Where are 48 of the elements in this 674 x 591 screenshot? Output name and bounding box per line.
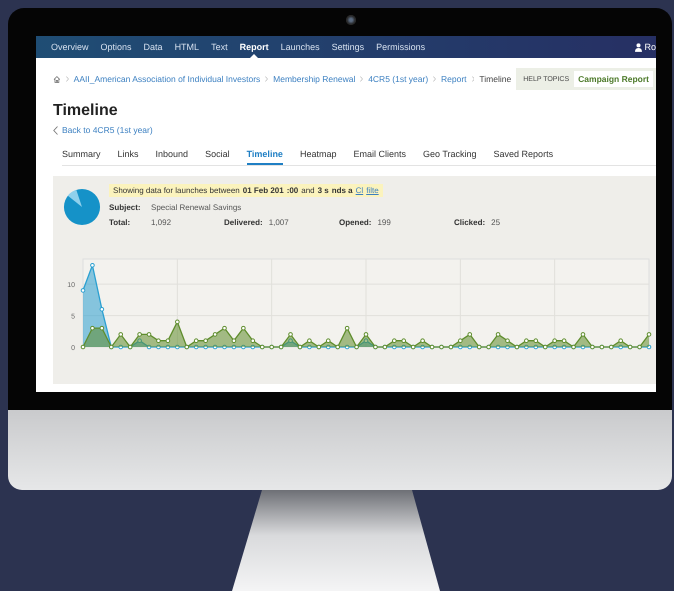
chevron-icon	[360, 75, 364, 83]
campaign-report-button[interactable]: Campaign Report	[574, 71, 653, 87]
nav-item[interactable]: Overview	[51, 36, 89, 58]
report-tab[interactable]: Heatmap	[300, 149, 336, 165]
stat-label: Opened:	[339, 218, 372, 227]
nav-item[interactable]: Text	[211, 36, 228, 58]
nav-item[interactable]: Settings	[332, 36, 364, 58]
nav-item[interactable]: Options	[100, 36, 132, 58]
breadcrumb-current: Timeline	[479, 74, 512, 84]
subject-value: Special Renewal Savings	[151, 203, 242, 212]
stat-value: 1,092	[151, 218, 172, 227]
stat-label: Delivered:	[224, 218, 263, 227]
nav-item[interactable]: HTML	[174, 36, 200, 58]
user-menu[interactable]: Ro	[635, 42, 656, 52]
report-tab[interactable]: Saved Reports	[494, 149, 554, 165]
report-tab[interactable]: Social	[205, 149, 230, 165]
nav-item[interactable]: Data	[144, 36, 163, 58]
nav-item[interactable]: Permissions	[376, 36, 426, 58]
page-title: Timeline	[53, 102, 119, 120]
camera-icon	[346, 15, 356, 25]
stat-value: 25	[491, 218, 500, 227]
back-link[interactable]: Back to 4CR5 (1st year)	[62, 125, 153, 135]
stat-label: Clicked:	[454, 218, 486, 227]
nav-item[interactable]: Report	[240, 36, 269, 58]
report-tab[interactable]: Links	[118, 149, 139, 165]
date-filter-notice: Showing data for launches between 01 Feb 201 :00 and 3 s nds a Cl filte	[109, 184, 383, 197]
breadcrumb-link[interactable]: Membership Renewal	[273, 74, 356, 84]
report-tab[interactable]: Timeline	[246, 149, 283, 165]
breadcrumb-link[interactable]: Report	[441, 74, 467, 84]
user-icon	[635, 42, 642, 52]
breadcrumb-link[interactable]: 4CR5 (1st year)	[368, 74, 428, 84]
report-tab[interactable]: Inbound	[156, 149, 188, 165]
home-icon[interactable]	[53, 74, 61, 84]
back-chevron-icon	[53, 126, 58, 134]
report-tab[interactable]: Summary	[62, 149, 101, 165]
nav-item[interactable]: Launches	[280, 36, 320, 58]
breadcrumb-link[interactable]: AAII_American Association of Individual Investors	[74, 74, 260, 84]
subject-label: Subject:	[109, 203, 142, 212]
report-tab[interactable]: Geo Tracking	[423, 149, 477, 165]
chevron-icon	[472, 75, 474, 83]
chevron-icon	[66, 75, 69, 83]
stat-value: 1,007	[268, 218, 289, 227]
report-tab[interactable]: Email Clients	[353, 149, 406, 165]
pie-icon	[63, 188, 101, 226]
chevron-icon	[265, 75, 268, 83]
stat-label: Total:	[109, 218, 132, 227]
chevron-icon	[433, 75, 436, 83]
stat-value: 199	[377, 218, 391, 227]
